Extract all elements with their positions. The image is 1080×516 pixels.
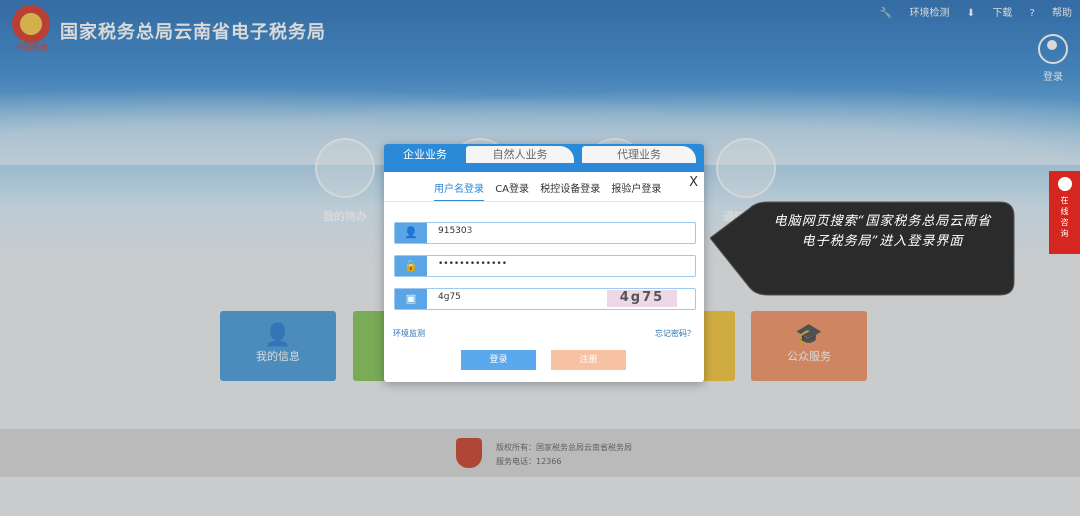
captcha-input[interactable]: 4g75 bbox=[438, 292, 461, 302]
subtab-inspection[interactable]: 报验户登录 bbox=[611, 184, 661, 200]
business-tabs: 企业业务 自然人业务 代理业务 bbox=[384, 144, 704, 172]
headset-icon bbox=[1057, 177, 1072, 191]
env-check-link[interactable]: 环境监测 bbox=[393, 328, 425, 339]
user-icon: 👤 bbox=[395, 223, 427, 243]
online-consult-tab[interactable]: 在线咨询 bbox=[1049, 171, 1080, 254]
subtab-tax-device[interactable]: 税控设备登录 bbox=[540, 184, 600, 200]
captcha-field[interactable]: ▣ 4g75 4g75 bbox=[394, 288, 696, 310]
annotation-text: 电脑网页搜索“国家税务总局云南省电子税务局”进入登录界面 bbox=[773, 214, 992, 249]
password-value[interactable]: ••••••••••••• bbox=[438, 259, 507, 269]
tab-enterprise[interactable]: 企业业务 bbox=[390, 146, 460, 163]
login-dialog: 企业业务 自然人业务 代理业务 X 用户名登录 CA登录 税控设备登录 报验户登… bbox=[384, 144, 704, 382]
username-field[interactable]: 👤 915303 bbox=[394, 222, 696, 244]
tab-individual[interactable]: 自然人业务 bbox=[466, 146, 574, 163]
forgot-password-link[interactable]: 忘记密码？ bbox=[655, 328, 695, 339]
redaction-blur bbox=[465, 223, 585, 243]
divider bbox=[384, 201, 704, 202]
login-method-tabs: 用户名登录 CA登录 税控设备登录 报验户登录 bbox=[434, 180, 669, 202]
register-button[interactable]: 注册 bbox=[551, 350, 626, 370]
login-button[interactable]: 登录 bbox=[461, 350, 536, 370]
subtab-ca[interactable]: CA登录 bbox=[495, 184, 529, 200]
lock-icon: 🔒 bbox=[395, 256, 427, 276]
password-field[interactable]: 🔒 ••••••••••••• bbox=[394, 255, 696, 277]
subtab-username[interactable]: 用户名登录 bbox=[434, 184, 484, 202]
image-icon: ▣ bbox=[395, 289, 427, 309]
online-consult-label[interactable]: 在线咨询 bbox=[1060, 195, 1070, 239]
tab-agent[interactable]: 代理业务 bbox=[582, 146, 696, 163]
close-icon[interactable]: X bbox=[689, 175, 698, 190]
captcha-image[interactable]: 4g75 bbox=[607, 290, 677, 307]
